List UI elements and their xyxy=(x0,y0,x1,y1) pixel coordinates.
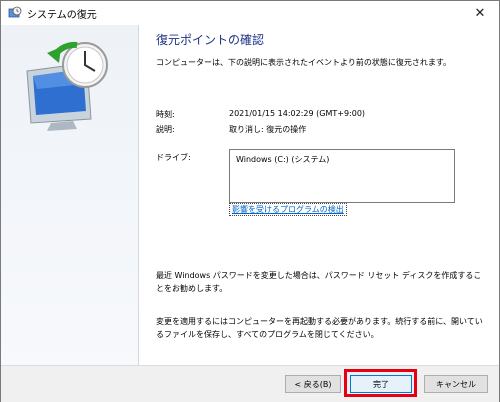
sidebar xyxy=(1,25,139,365)
restart-note: 変更を適用するにはコンピューターを再起動する必要があります。続行する前に、開いて… xyxy=(156,317,483,339)
system-restore-hero-icon xyxy=(26,41,108,131)
time-label: 時刻: xyxy=(156,110,175,119)
page-heading: 復元ポイントの確認 xyxy=(156,33,265,47)
system-restore-icon xyxy=(8,6,22,18)
time-value: 2021/01/15 14:02:29 (GMT+9:00) xyxy=(229,109,366,118)
description-label: 説明: xyxy=(156,125,175,134)
drive-label: ドライブ: xyxy=(156,153,191,162)
drive-list[interactable]: Windows (C:) (システム) xyxy=(229,149,455,203)
close-icon: ✕ xyxy=(474,5,486,21)
description-value: 取り消し: 復元の操作 xyxy=(229,125,307,134)
system-restore-window: システムの復元 ✕ 復元ポイントの確認 コンピューターは、下の説明に表示されたイ… xyxy=(0,0,500,402)
cancel-button[interactable]: キャンセル xyxy=(424,375,488,393)
affected-programs-link[interactable]: 影響を受けるプログラムの検出 xyxy=(229,203,347,216)
close-button[interactable]: ✕ xyxy=(461,1,499,25)
intro-text: コンピューターは、下の説明に表示されたイベントより前の状態に復元されます。 xyxy=(156,58,452,67)
password-note: 最近 Windows パスワードを変更した場合は、パスワード リセット ディスク… xyxy=(156,271,482,293)
window-title: システムの復元 xyxy=(27,10,97,21)
back-button[interactable]: < 戻る(B) xyxy=(285,375,341,393)
content-panel: 復元ポイントの確認 コンピューターは、下の説明に表示されたイベントより前の状態に… xyxy=(140,25,499,365)
drive-item[interactable]: Windows (C:) (システム) xyxy=(236,154,448,165)
title-bar: システムの復元 ✕ xyxy=(1,1,499,25)
footer-bar: < 戻る(B) 完了 キャンセル xyxy=(1,365,499,402)
finish-highlight-frame xyxy=(344,369,417,397)
